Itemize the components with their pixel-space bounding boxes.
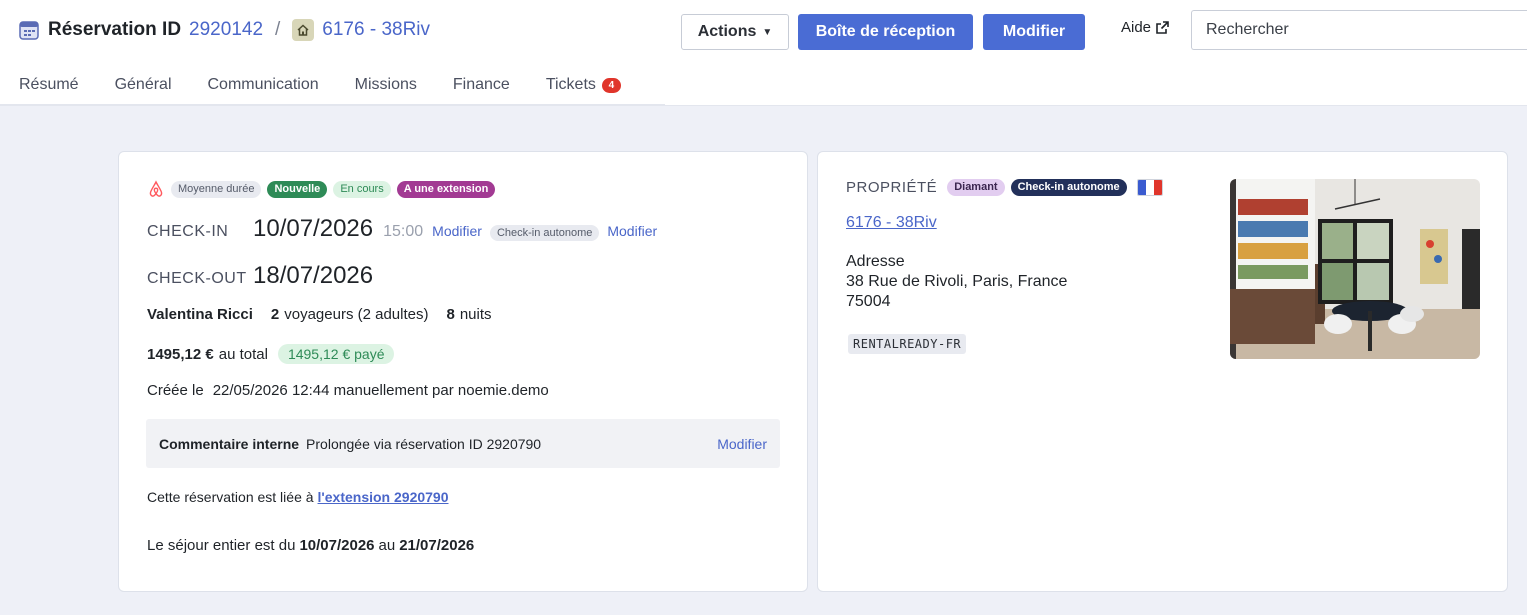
checkin-label: CHECK-IN [147, 223, 229, 240]
property-name-link[interactable]: 6176 - 38Riv [846, 214, 937, 232]
property-photo [1230, 179, 1480, 359]
checkin-row: CHECK-IN 10/07/2026 15:00 Modifier Check… [147, 215, 657, 243]
badge-self-checkin: Check-in autonome [1010, 179, 1127, 196]
property-link[interactable]: 6176 - 38Riv [322, 19, 430, 41]
reservation-summary-card: Moyenne durée Nouvelle En cours A une ex… [118, 151, 808, 592]
total-amount: 1495,12 € [147, 346, 214, 363]
actions-label: Actions [697, 23, 757, 40]
address-line1: 38 Rue de Rivoli, Paris, France [846, 273, 1068, 290]
price-row: 1495,12 € au total 1495,12 € payé [147, 344, 395, 364]
guests-text: voyageurs (2 adultes) [284, 306, 429, 323]
france-flag-icon [1136, 179, 1163, 196]
tab-communication[interactable]: Communication [190, 66, 337, 106]
tabs-divider [0, 104, 665, 106]
comment-edit-link[interactable]: Modifier [717, 436, 767, 452]
extension-link[interactable]: l'extension 2920790 [318, 489, 449, 505]
reservation-badges: Moyenne durée Nouvelle En cours A une ex… [147, 180, 496, 198]
stay-end: 21/07/2026 [399, 537, 475, 554]
property-header: PROPRIÉTÉ Diamant Check-in autonome [846, 179, 1163, 196]
created-row: Créée le 22/05/2026 12:44 manuellement p… [147, 382, 549, 399]
actions-dropdown-button[interactable]: Actions ▼ [681, 14, 789, 50]
help-label: Aide [1121, 19, 1152, 36]
home-icon [292, 19, 315, 41]
paid-badge: 1495,12 € payé [277, 344, 395, 364]
checkout-label: CHECK-OUT [147, 270, 247, 287]
nights-count: 8 [446, 306, 455, 323]
comment-text: Prolongée via réservation ID 2920790 [306, 435, 542, 452]
badge-in-progress: En cours [333, 180, 391, 198]
tab-general[interactable]: Général [97, 66, 190, 106]
comment-label: Commentaire interne [159, 435, 300, 452]
linked-prefix: Cette réservation est liée à [147, 489, 314, 505]
badge-extension: A une extension [396, 180, 496, 198]
tab-resume[interactable]: Résumé [0, 66, 97, 106]
checkout-row: CHECK-OUT 18/07/2026 [147, 262, 373, 290]
badge-new: Nouvelle [267, 180, 328, 198]
stay-start: 10/07/2026 [299, 537, 375, 554]
tab-finance[interactable]: Finance [435, 66, 528, 106]
page-title: Réservation ID 2920142 / 6176 - 38Riv [18, 14, 430, 46]
internal-comment: Commentaire interne Prolongée via réserv… [146, 419, 780, 468]
airbnb-icon [149, 180, 163, 197]
stay-prefix: Le séjour entier est du [147, 537, 296, 554]
search-input[interactable] [1191, 10, 1527, 50]
property-address: Adresse 38 Rue de Rivoli, Paris, France … [846, 252, 1067, 312]
help-link[interactable]: Aide [1121, 19, 1170, 36]
badge-diamond: Diamant [947, 179, 1005, 196]
tab-bar: Résumé Général Communication Missions Fi… [0, 66, 639, 106]
tickets-count-badge: 4 [601, 78, 621, 93]
address-label: Adresse [846, 253, 905, 270]
total-suffix: au total [218, 346, 268, 363]
checkin-edit-link[interactable]: Modifier [432, 223, 482, 239]
created-value: 22/05/2026 12:44 manuellement par noemie… [212, 382, 549, 399]
guest-row: Valentina Ricci 2 voyageurs (2 adultes) … [147, 306, 492, 323]
nights-text: nuits [459, 306, 492, 323]
checkin-date: 10/07/2026 [253, 215, 374, 242]
guests-count: 2 [270, 306, 280, 323]
created-label: Créée le [147, 382, 204, 399]
title-label: Réservation ID [48, 19, 182, 40]
stay-row: Le séjour entier est du 10/07/2026 au 21… [147, 537, 474, 554]
self-checkin-badge: Check-in autonome [489, 225, 600, 241]
calendar-icon [19, 21, 39, 40]
property-tag: RENTALREADY-FR [848, 334, 967, 354]
guest-name: Valentina Ricci [147, 306, 253, 323]
external-link-icon [1156, 21, 1169, 34]
badge-duration: Moyenne durée [171, 180, 262, 198]
reservation-id-link[interactable]: 2920142 [189, 19, 263, 41]
property-card: PROPRIÉTÉ Diamant Check-in autonome 6176… [817, 151, 1508, 592]
checkout-date: 18/07/2026 [253, 262, 374, 289]
self-checkin-edit-link[interactable]: Modifier [607, 223, 657, 239]
stay-mid: au [378, 537, 396, 554]
linked-row: Cette réservation est liée à l'extension… [147, 489, 449, 505]
edit-button[interactable]: Modifier [983, 14, 1085, 50]
address-line2: 75004 [846, 293, 891, 310]
inbox-button[interactable]: Boîte de réception [798, 14, 973, 50]
tab-tickets[interactable]: Tickets 4 [528, 66, 639, 106]
caret-down-icon: ▼ [762, 26, 773, 38]
breadcrumb-separator: / [275, 19, 281, 40]
tab-missions[interactable]: Missions [337, 66, 435, 106]
tab-tickets-label: Tickets [545, 76, 596, 93]
property-label: PROPRIÉTÉ [846, 179, 938, 196]
checkin-time: 15:00 [383, 223, 424, 240]
top-bar: Réservation ID 2920142 / 6176 - 38Riv Ac… [0, 0, 1527, 106]
